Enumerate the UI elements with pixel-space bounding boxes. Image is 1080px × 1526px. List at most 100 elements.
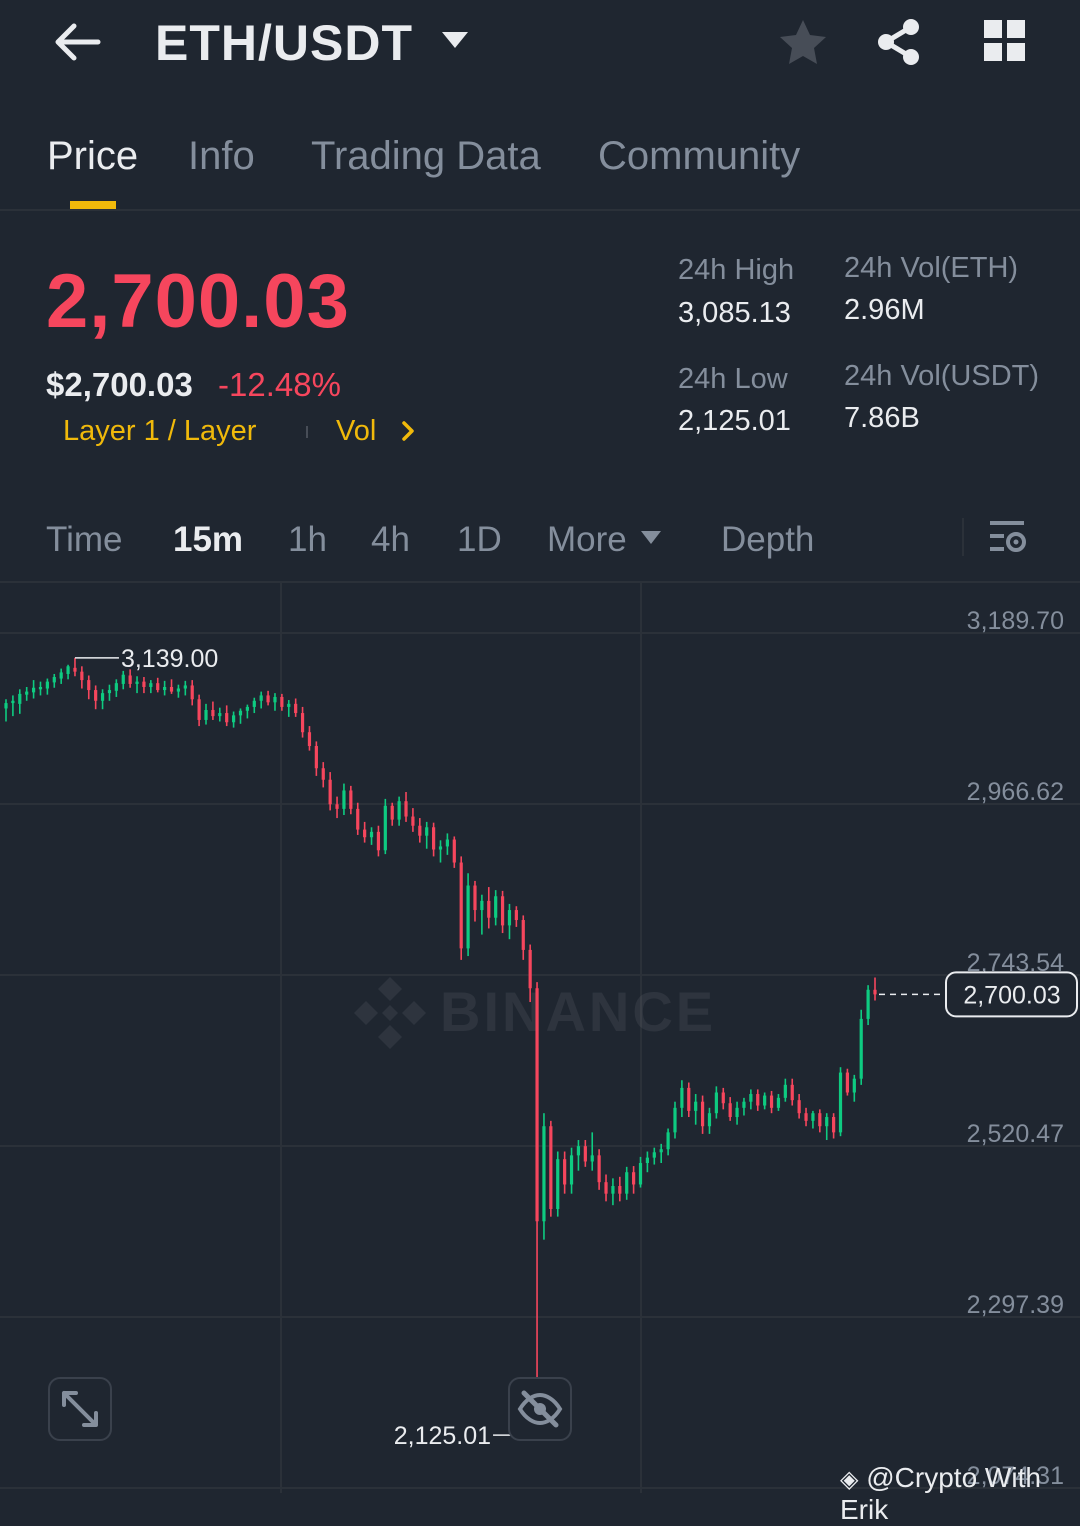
candle	[838, 1067, 843, 1137]
candle	[11, 695, 15, 717]
candle	[335, 796, 339, 819]
tab-price[interactable]: Price	[47, 134, 138, 179]
candle	[507, 903, 512, 940]
candle	[845, 1068, 850, 1096]
candle	[300, 706, 305, 738]
candle	[445, 833, 449, 855]
candle	[121, 670, 125, 690]
binance-watermark: BINANCE	[354, 977, 716, 1049]
high-value: 3,085.13	[678, 297, 791, 329]
candle	[225, 705, 229, 727]
candle	[190, 680, 194, 706]
last-price-label: 2,700.03	[963, 981, 1060, 1009]
candlestick-chart[interactable]: BINANCE 3,189.702,966.622,743.542,520.47…	[0, 583, 1080, 1503]
candle	[418, 818, 422, 843]
interval-1h[interactable]: 1h	[288, 520, 327, 560]
candle	[873, 977, 877, 1001]
candle	[87, 675, 91, 700]
interval-1d[interactable]: 1D	[457, 520, 502, 560]
candle	[487, 887, 491, 929]
low-marker-label: 2,125.01	[394, 1422, 491, 1450]
candle	[576, 1140, 581, 1171]
candle	[480, 894, 484, 935]
tab-community[interactable]: Community	[598, 134, 800, 179]
back-arrow-icon[interactable]	[50, 18, 102, 66]
credit-watermark: ◈ @Crypto With Erik	[840, 1462, 1080, 1526]
candle	[183, 680, 187, 696]
caret-down-icon[interactable]	[440, 30, 470, 57]
candle	[156, 677, 160, 693]
candle	[266, 690, 270, 706]
y-axis-label: 2,520.47	[967, 1120, 1064, 1148]
candle	[694, 1094, 698, 1125]
candle	[342, 783, 346, 816]
hide-indicators-button[interactable]	[508, 1377, 572, 1441]
star-icon[interactable]	[778, 18, 828, 71]
candle	[597, 1149, 601, 1190]
candle	[363, 821, 367, 843]
candle	[259, 691, 263, 709]
low-value: 2,125.01	[678, 405, 791, 437]
vol-tag[interactable]: Vol	[336, 415, 376, 448]
candle	[673, 1101, 677, 1139]
candle	[583, 1140, 587, 1167]
candle	[135, 676, 139, 694]
interval-15m[interactable]: 15m	[173, 520, 243, 560]
grid-icon[interactable]	[984, 20, 1026, 67]
candle	[790, 1078, 794, 1106]
candle	[811, 1110, 815, 1129]
low-label: 24h Low	[678, 363, 788, 395]
candle	[376, 825, 381, 857]
candle	[500, 890, 505, 934]
candle	[404, 792, 408, 822]
candle	[349, 785, 353, 815]
candle	[45, 678, 49, 695]
share-icon[interactable]	[876, 18, 922, 71]
candle	[438, 840, 443, 863]
credit-text: @Crypto With Erik	[840, 1462, 1041, 1525]
interval-more[interactable]: More	[547, 520, 627, 560]
candle	[80, 666, 84, 689]
candle	[590, 1132, 594, 1171]
candle	[707, 1107, 712, 1134]
candle	[563, 1151, 567, 1194]
candle	[797, 1094, 801, 1119]
candle	[176, 684, 181, 698]
y-axis-label: 3,189.70	[967, 607, 1064, 635]
candle	[494, 890, 498, 926]
candle	[859, 1009, 863, 1085]
category-tag[interactable]: Layer 1 / Layer	[63, 415, 256, 448]
chevron-right-icon[interactable]	[400, 418, 416, 451]
high-label: 24h High	[678, 254, 795, 286]
candle	[18, 689, 22, 714]
interval-time[interactable]: Time	[46, 520, 122, 560]
caret-down-icon[interactable]	[640, 530, 662, 551]
candle	[549, 1120, 553, 1217]
tab-info[interactable]: Info	[188, 134, 255, 179]
y-axis-label: 2,297.39	[967, 1291, 1064, 1319]
candle	[569, 1147, 574, 1194]
candle	[169, 679, 174, 694]
candle	[687, 1082, 691, 1118]
candle	[66, 664, 70, 680]
fullscreen-button[interactable]	[48, 1377, 112, 1441]
vol-usdt-label: 24h Vol(USDT)	[844, 360, 1040, 392]
candle	[632, 1166, 636, 1194]
last-price: 2,700.03	[46, 259, 350, 344]
interval-4h[interactable]: 4h	[371, 520, 410, 560]
candle	[314, 741, 318, 776]
candle	[783, 1078, 787, 1102]
change-percent: -12.48%	[218, 366, 341, 403]
candle	[721, 1087, 725, 1110]
y-axis-label: 2,966.62	[967, 778, 1064, 806]
watermark-text: BINANCE	[440, 980, 716, 1043]
candle	[625, 1166, 629, 1200]
candle	[38, 681, 43, 696]
candle	[728, 1097, 732, 1121]
tab-trading-data[interactable]: Trading Data	[311, 134, 541, 179]
pair-title[interactable]: ETH/USDT	[155, 14, 413, 72]
candle	[163, 680, 167, 696]
candle	[700, 1095, 705, 1134]
chart-settings-icon[interactable]	[988, 518, 1028, 561]
interval-depth[interactable]: Depth	[721, 520, 814, 560]
